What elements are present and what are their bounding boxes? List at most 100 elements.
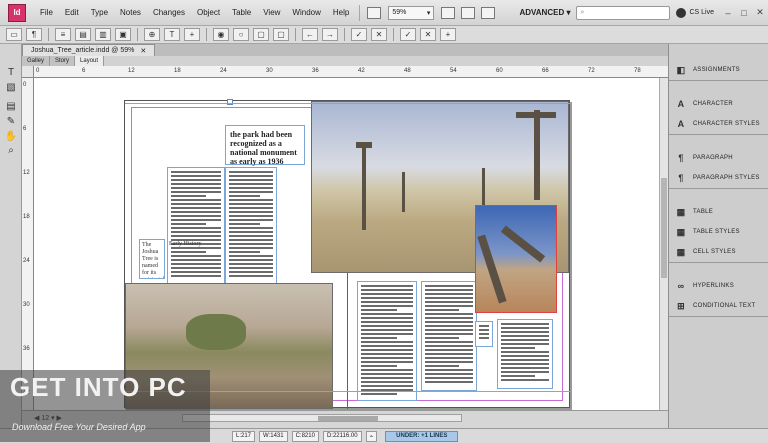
text-line: [171, 227, 221, 229]
note-tool-icon[interactable]: ▤: [4, 100, 18, 113]
body-text-column-4[interactable]: [421, 281, 477, 391]
text-frame-in-port[interactable]: [227, 99, 233, 105]
preview-icon[interactable]: ▣: [115, 28, 131, 41]
panel-hyperlinks[interactable]: ∞ HYPERLINKS: [669, 276, 768, 296]
search-input[interactable]: ⌕: [576, 5, 671, 20]
accept-change-icon[interactable]: ✓: [351, 28, 367, 41]
toolbar-separator: [48, 28, 49, 41]
scroll-thumb[interactable]: [661, 178, 667, 278]
pull-quote-frame[interactable]: [475, 321, 493, 347]
text-line: [361, 393, 398, 395]
layout-icon[interactable]: ▤: [75, 28, 91, 41]
scroll-thumb[interactable]: [318, 416, 378, 421]
arrange-documents-icon[interactable]: [481, 6, 496, 19]
panel-paragraph-styles[interactable]: ¶ PARAGRAPH STYLES: [669, 168, 768, 188]
text-line: [479, 325, 489, 327]
screen-mode-icon[interactable]: [461, 6, 476, 19]
cs-live-button[interactable]: CS Live: [670, 7, 720, 18]
tab-layout[interactable]: Layout: [75, 56, 105, 66]
workspace-label: ADVANCED: [519, 8, 565, 17]
reject-all-icon[interactable]: ✕: [420, 28, 436, 41]
horizontal-ruler[interactable]: 0 6 12 18 24 30 36 42 48 54 60 66 72 78: [34, 66, 668, 78]
text-line: [425, 357, 473, 359]
circle-icon[interactable]: ○: [233, 28, 249, 41]
reject-change-icon[interactable]: ✕: [371, 28, 387, 41]
text-line: [229, 191, 273, 193]
gutter-icon[interactable]: ▥: [95, 28, 111, 41]
text-line: [361, 361, 413, 363]
position-icon[interactable]: ⊕: [144, 28, 160, 41]
wrap-icon[interactable]: ⌁: [365, 430, 378, 442]
close-tab-icon[interactable]: ✕: [140, 47, 146, 55]
sidebar-caption[interactable]: The Joshua Tree is named for its outstre…: [139, 239, 165, 279]
panel-conditional-text[interactable]: ⊞ CONDITIONAL TEXT: [669, 296, 768, 316]
frame-icon[interactable]: ▢: [253, 28, 269, 41]
hand-tool-icon[interactable]: ✋: [4, 130, 18, 143]
panel-paragraph[interactable]: ¶ PARAGRAPH: [669, 148, 768, 168]
text-tool-icon[interactable]: T: [164, 28, 180, 41]
ruler-tick-label: 12: [128, 68, 135, 74]
add-note-icon[interactable]: +: [440, 28, 456, 41]
text-line: [361, 337, 398, 339]
ruler-origin[interactable]: [22, 66, 34, 78]
close-icon[interactable]: ✕: [754, 7, 766, 19]
pasteboard[interactable]: the park had been recognized as a nation…: [34, 78, 668, 410]
toolbar-separator: [344, 28, 345, 41]
document-page[interactable]: the park had been recognized as a nation…: [124, 99, 571, 409]
vertical-ruler[interactable]: 06121824303642: [22, 66, 34, 410]
menu-edit[interactable]: Edit: [59, 8, 85, 17]
gradient-tool-icon[interactable]: ▧: [4, 81, 18, 94]
insert-icon[interactable]: +: [184, 28, 200, 41]
panel-assignments[interactable]: ◧ ASSIGNMENTS: [669, 60, 768, 80]
workspace-switcher[interactable]: ADVANCED ▾: [513, 8, 576, 17]
arrow-right-icon[interactable]: →: [322, 28, 338, 41]
panel-character[interactable]: A CHARACTER: [669, 94, 768, 114]
ruler-tick-label: 60: [496, 68, 503, 74]
tab-story[interactable]: Story: [50, 56, 76, 66]
document-tab[interactable]: Joshua_Tree_article.indd @ 59% ✕: [22, 44, 156, 56]
menu-view[interactable]: View: [257, 8, 286, 17]
menu-notes[interactable]: Notes: [114, 8, 147, 17]
menu-object[interactable]: Object: [191, 8, 226, 17]
text-line: [229, 271, 273, 273]
body-text-column-1[interactable]: [167, 167, 225, 285]
panel-character-styles[interactable]: A CHARACTER STYLES: [669, 114, 768, 134]
zoom-tool-icon[interactable]: ⌕: [4, 144, 18, 157]
zoom-level-select[interactable]: 59% ▾: [388, 5, 435, 20]
accept-all-icon[interactable]: ✓: [400, 28, 416, 41]
character-icon: A: [677, 99, 685, 109]
menu-file[interactable]: File: [34, 8, 59, 17]
arrow-left-icon[interactable]: ←: [302, 28, 318, 41]
body-text-column-2[interactable]: [225, 167, 277, 285]
type-tool-icon[interactable]: T: [4, 66, 18, 79]
menu-type[interactable]: Type: [85, 8, 114, 17]
vertical-scrollbar[interactable]: [659, 78, 668, 410]
maximize-icon[interactable]: □: [738, 7, 750, 19]
text-line: [229, 195, 260, 197]
paragraph-mode-icon[interactable]: ¶: [26, 28, 42, 41]
panel-table[interactable]: ▦ TABLE: [669, 202, 768, 222]
story-editor-icon[interactable]: ≡: [55, 28, 71, 41]
text-frame-icon[interactable]: ▭: [6, 28, 22, 41]
body-text-column-3[interactable]: [357, 281, 417, 401]
eyedropper-tool-icon[interactable]: ✎: [4, 115, 18, 128]
panel-cell-styles[interactable]: ▦ CELL STYLES: [669, 242, 768, 262]
menu-table[interactable]: Table: [226, 8, 257, 17]
view-options-icon[interactable]: [441, 6, 456, 19]
bridge-icon[interactable]: [367, 6, 382, 19]
joshua-tree-photo[interactable]: [475, 205, 557, 313]
body-text-column-5[interactable]: [497, 319, 553, 389]
record-icon[interactable]: ◉: [213, 28, 229, 41]
menu-window[interactable]: Window: [286, 8, 326, 17]
document-tab-bar: Joshua_Tree_article.indd @ 59% ✕: [22, 44, 668, 56]
menu-help[interactable]: Help: [327, 8, 355, 17]
tab-galley[interactable]: Galley: [22, 56, 51, 66]
minimize-icon[interactable]: –: [722, 7, 734, 19]
horizontal-scrollbar[interactable]: [182, 414, 462, 422]
text-line: [425, 373, 473, 375]
frame-alt-icon[interactable]: ▢: [273, 28, 289, 41]
panel-table-styles[interactable]: ▦ TABLE STYLES: [669, 222, 768, 242]
menu-changes[interactable]: Changes: [147, 8, 191, 17]
article-headline[interactable]: the park had been recognized as a nation…: [225, 125, 305, 166]
ruler-tick-label: 0: [23, 82, 27, 88]
